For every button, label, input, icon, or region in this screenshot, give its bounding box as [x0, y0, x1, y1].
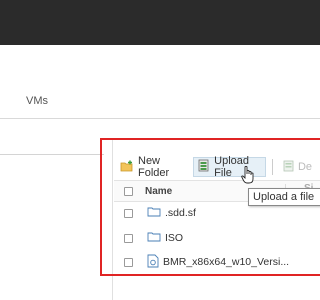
- delete-icon: [283, 160, 294, 175]
- file-name: ISO: [165, 232, 184, 244]
- row-checkbox[interactable]: [124, 208, 133, 218]
- select-all-checkbox[interactable]: [124, 186, 133, 196]
- name-column-header[interactable]: Name: [145, 186, 172, 197]
- file-name: BMR_x86x64_w10_Versi...: [163, 256, 290, 268]
- toolbar-separator: [272, 159, 273, 175]
- upload-file-button[interactable]: Upload File: [193, 155, 267, 179]
- new-folder-label: New Folder: [138, 155, 170, 179]
- file-name: .sdd.sf: [165, 207, 196, 219]
- file-row[interactable]: BMR_x86x64_w10_Versi...: [114, 251, 320, 273]
- new-folder-button[interactable]: New Folder: [116, 155, 189, 179]
- file-icon: [147, 254, 159, 271]
- folder-icon: [147, 231, 161, 245]
- top-bar: [0, 0, 320, 45]
- left-panel-divider: [0, 154, 104, 155]
- header-area: [0, 45, 320, 119]
- row-checkbox[interactable]: [124, 233, 133, 243]
- file-row[interactable]: ISO: [114, 227, 320, 249]
- file-toolbar: New Folder Upload File De: [116, 155, 320, 179]
- upload-file-icon: [198, 159, 210, 175]
- delete-label: De: [297, 161, 312, 173]
- folder-icon: [147, 206, 161, 220]
- new-folder-icon: [120, 160, 134, 175]
- tab-vms[interactable]: VMs: [26, 95, 48, 107]
- hand-cursor-icon: [241, 165, 255, 187]
- delete-button[interactable]: De: [279, 157, 316, 177]
- upload-tooltip: Upload a file: [248, 188, 320, 206]
- row-checkbox[interactable]: [124, 257, 133, 267]
